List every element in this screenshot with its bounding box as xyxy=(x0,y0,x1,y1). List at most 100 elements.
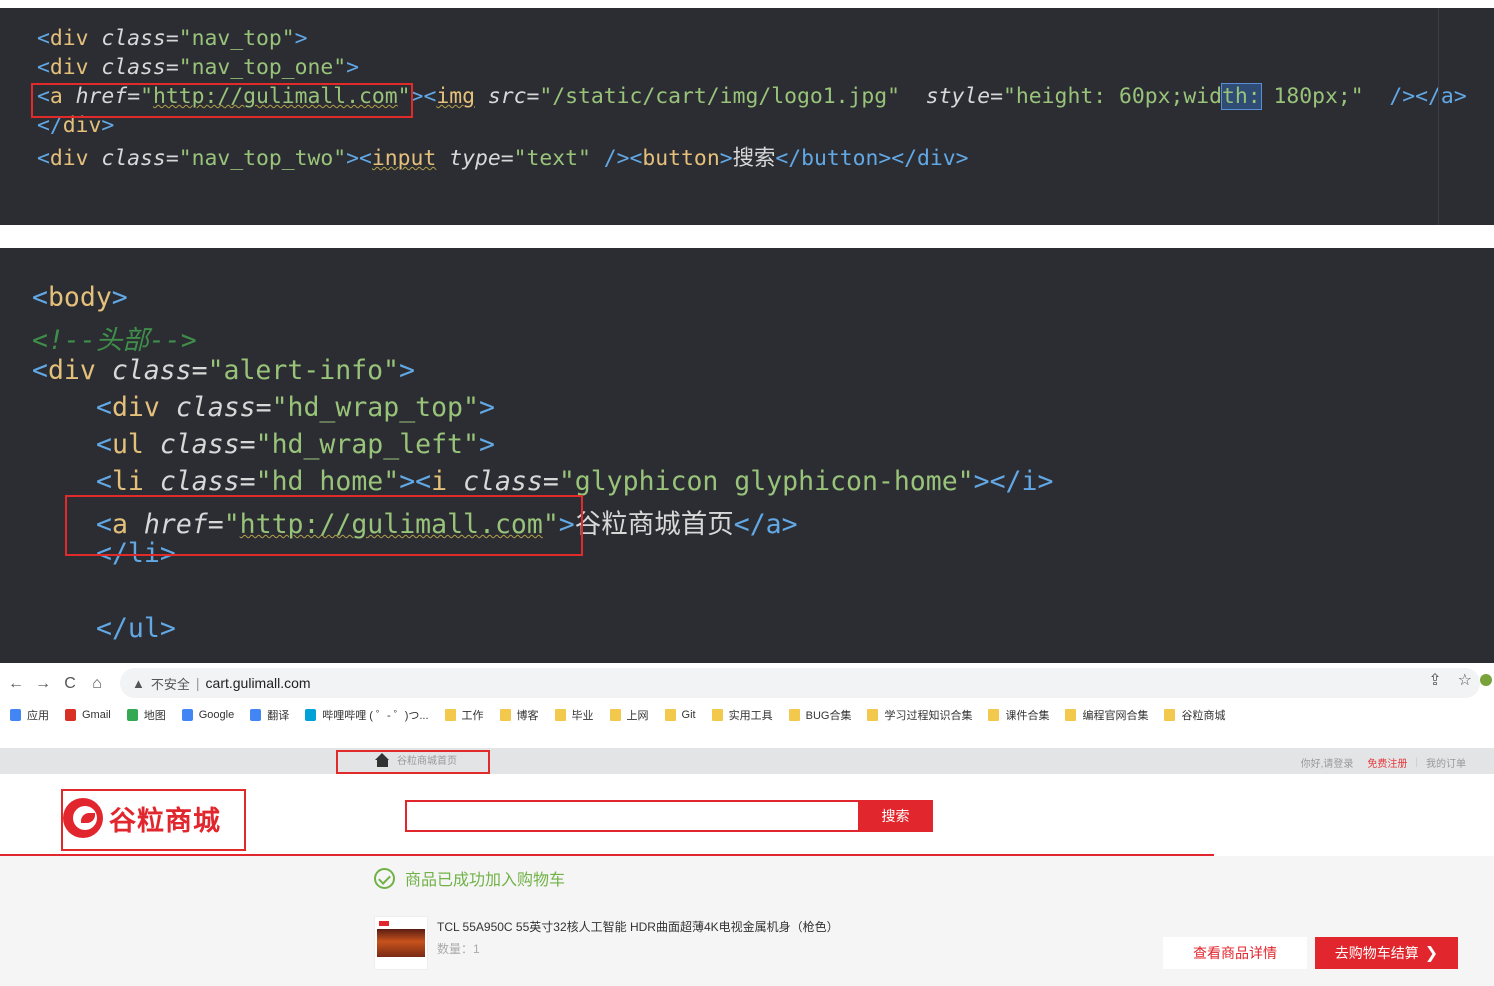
url-text[interactable]: cart.gulimall.com xyxy=(206,675,311,691)
translate-icon xyxy=(250,709,262,721)
chevron-right-icon: ❯ xyxy=(1424,945,1439,962)
logo-text: 谷粒商城 xyxy=(109,805,221,836)
folder-icon xyxy=(499,709,511,721)
code-line: <body> xyxy=(32,282,128,313)
bookmark-item[interactable]: 实用工具 xyxy=(711,707,773,723)
bookmark-item[interactable]: 博客 xyxy=(499,707,539,723)
success-text: 商品已成功加入购物车 xyxy=(405,872,566,889)
code-line: <div class="nav_top_one"> xyxy=(37,55,360,80)
bookmark-item[interactable]: 学习过程知识合集 xyxy=(867,707,972,723)
login-link[interactable]: 你好,请登录 xyxy=(1301,755,1354,770)
bookmark-label: BUG合集 xyxy=(805,710,852,722)
maps-icon xyxy=(126,709,138,721)
bookmark-item[interactable]: BUG合集 xyxy=(788,707,852,723)
bookmark-label: Google xyxy=(198,709,235,721)
bookmark-item[interactable]: 编程官网合集 xyxy=(1065,707,1148,723)
home-button[interactable]: ⌂ xyxy=(86,673,108,695)
bookmark-item[interactable]: 地图 xyxy=(126,707,166,723)
bookmark-label: 谷粒商城 xyxy=(1181,710,1226,722)
address-separator: | xyxy=(195,675,200,691)
reload-button[interactable]: C xyxy=(59,673,81,695)
forward-button[interactable]: → xyxy=(32,673,54,695)
product-name[interactable]: TCL 55A950C 55英寸32核人工智能 HDR曲面超薄4K电视金属机身（… xyxy=(437,918,839,935)
bookmark-item[interactable]: 上网 xyxy=(609,707,649,723)
checkout-button[interactable]: 去购物车结算 ❯ xyxy=(1315,937,1458,969)
bookmark-label: 实用工具 xyxy=(728,710,773,722)
address-bar[interactable]: ▲ 不安全 | cart.gulimall.com xyxy=(120,668,1480,698)
site-top-bar: 谷粒商城首页 你好,请登录 免费注册 | 我的订单 xyxy=(0,748,1494,774)
bookmark-item[interactable]: Git xyxy=(664,709,696,721)
register-link[interactable]: 免费注册 xyxy=(1367,755,1407,770)
folder-icon xyxy=(444,709,456,721)
code-line: <li class="hd_home"><i class="glyphicon … xyxy=(96,466,1054,497)
code-line: <ul class="hd_wrap_left"> xyxy=(96,429,495,460)
editor-divider xyxy=(1438,8,1439,225)
code-line: </ul> xyxy=(96,613,176,644)
gmail-icon xyxy=(65,709,76,721)
bookmark-label: Git xyxy=(681,709,696,721)
bookmark-label: Gmail xyxy=(82,709,111,721)
bookmark-label: 哔哩哔哩 ( ゜- ゜)つ... xyxy=(322,710,429,722)
bookmark-item[interactable]: 课件合集 xyxy=(988,707,1049,723)
bookmark-item[interactable]: 毕业 xyxy=(554,707,594,723)
orders-link[interactable]: 我的订单 xyxy=(1426,755,1466,770)
logo-icon xyxy=(63,798,103,838)
browser-window: ← → C ⌂ ▲ 不安全 | cart.gulimall.com ⇪ ☆ 应用… xyxy=(0,664,1494,986)
success-message: 商品已成功加入购物车 xyxy=(374,866,565,890)
folder-icon xyxy=(609,709,621,721)
bookmark-label: 地图 xyxy=(143,710,166,722)
code-line: </li> xyxy=(96,538,176,569)
bookmark-label: 课件合集 xyxy=(1005,710,1050,722)
code-editor-bottom: <body> <!--头部--> <div class="alert-info"… xyxy=(0,248,1494,663)
share-icon[interactable]: ⇪ xyxy=(1428,670,1441,690)
product-quantity: 数量：1 xyxy=(437,942,480,956)
folder-icon xyxy=(788,709,800,721)
checkout-label: 去购物车结算 xyxy=(1334,945,1419,961)
star-icon[interactable]: ☆ xyxy=(1458,670,1472,690)
bilibili-icon xyxy=(305,709,317,721)
folder-icon xyxy=(988,709,1000,721)
search-input[interactable] xyxy=(405,800,860,832)
bookmark-label: 毕业 xyxy=(571,710,594,722)
check-circle-icon xyxy=(374,867,395,889)
code-line: <a href="http://gulimall.com"><img src="… xyxy=(37,83,1467,110)
bookmark-label: 博客 xyxy=(516,710,539,722)
google-icon xyxy=(181,709,193,721)
extension-icon[interactable] xyxy=(1480,674,1492,686)
warning-icon[interactable]: ▲ xyxy=(132,676,145,691)
code-line: </div> xyxy=(37,113,115,138)
folder-icon xyxy=(1164,709,1176,721)
address-actions: ⇪ ☆ xyxy=(1428,670,1472,690)
user-links: 你好,请登录 免费注册 | 我的订单 xyxy=(1301,755,1466,770)
bookmark-item[interactable]: Gmail xyxy=(65,709,111,721)
bookmark-item[interactable]: 应用 xyxy=(10,707,49,723)
site-logo[interactable]: 谷粒商城 xyxy=(63,790,221,846)
bookmark-item[interactable]: 谷粒商城 xyxy=(1164,707,1225,723)
home-link-label: 谷粒商城首页 xyxy=(397,756,457,767)
folder-icon xyxy=(711,709,723,721)
cart-success-panel: 商品已成功加入购物车 TCL 55A950C 55英寸32核人工智能 HDR曲面… xyxy=(0,856,1494,986)
code-line: <div class="alert-info"> xyxy=(32,355,415,386)
address-toolbar: ← → C ⌂ ▲ 不安全 | cart.gulimall.com ⇪ ☆ xyxy=(0,664,1494,704)
bookmark-item[interactable]: 工作 xyxy=(444,707,484,723)
product-thumbnail[interactable] xyxy=(374,916,428,970)
search-button[interactable]: 搜索 xyxy=(858,800,933,832)
bookmark-label: 应用 xyxy=(27,710,49,722)
folder-icon xyxy=(664,709,676,721)
back-button[interactable]: ← xyxy=(5,673,27,695)
folder-icon xyxy=(554,709,566,721)
view-detail-button[interactable]: 查看商品详情 xyxy=(1163,937,1307,969)
bookmark-label: 学习过程知识合集 xyxy=(884,710,973,722)
bookmark-item[interactable]: 翻译 xyxy=(250,707,289,723)
bookmark-label: 编程官网合集 xyxy=(1082,710,1149,722)
home-icon xyxy=(375,752,390,767)
bookmark-item[interactable]: Google xyxy=(181,709,235,721)
home-link[interactable]: 谷粒商城首页 xyxy=(375,752,457,767)
code-line: <div class="nav_top_two"><input type="te… xyxy=(37,146,969,171)
folder-icon xyxy=(1065,709,1077,721)
insecure-label: 不安全 xyxy=(150,676,190,692)
apps-icon xyxy=(10,709,21,721)
code-comment: <!--头部--> xyxy=(32,325,197,356)
bookmark-item[interactable]: 哔哩哔哩 ( ゜- ゜)つ... xyxy=(305,707,429,723)
site-header: 谷粒商城 搜索 xyxy=(0,774,1494,856)
